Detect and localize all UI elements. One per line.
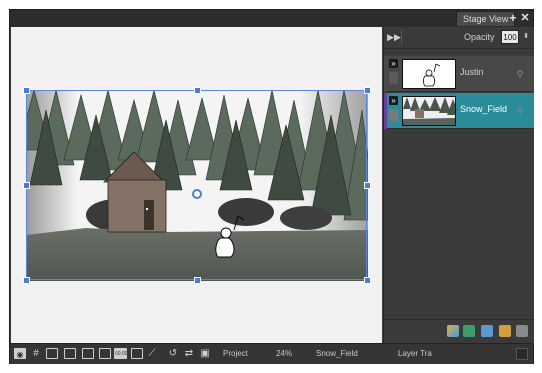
stage-viewport[interactable] — [11, 27, 382, 343]
grid-icon[interactable]: # — [30, 348, 42, 359]
link-icon[interactable]: ⚲ — [515, 104, 525, 118]
pivot-point[interactable] — [192, 189, 202, 199]
camera-icon[interactable]: ◉ — [14, 348, 26, 359]
close-icon[interactable]: ✕ — [519, 11, 531, 26]
brush-icon[interactable]: ⟋ — [146, 348, 158, 359]
link-icon[interactable]: ⚲ — [515, 67, 525, 81]
transform-handle-tr[interactable] — [364, 87, 371, 94]
onion-skin-icon[interactable] — [99, 348, 111, 359]
safe-area-icon[interactable] — [46, 348, 58, 359]
layer-row-justin[interactable]: » Justin ⚲ — [384, 56, 534, 92]
layer-thumbnail — [402, 59, 456, 89]
eye-icon[interactable]: » — [389, 96, 398, 105]
layer-row-snow-field[interactable]: » Snow_Field ⚲ — [384, 93, 534, 129]
layers-panel-footer — [384, 319, 534, 344]
layer-thumbnail — [402, 96, 456, 126]
folder-layer-icon[interactable] — [499, 325, 511, 337]
layer-name[interactable]: Snow_Field — [460, 104, 507, 114]
eye-icon[interactable]: » — [389, 59, 398, 68]
image-layer-icon[interactable] — [463, 325, 475, 337]
stage-bottom-toolbar: ◉ # 00:00 ⟋ ↺ ⇄ ▣ Project 24% Snow_Field… — [10, 343, 533, 364]
app-window: Stage View + ✕ ▶▶ Opacity 100 ⬍ » Justin… — [9, 9, 534, 364]
layer-name[interactable]: Justin — [460, 67, 484, 77]
top-tab-strip: Stage View + ✕ — [10, 10, 533, 27]
opacity-stepper-icon[interactable]: ⬍ — [522, 30, 530, 44]
fast-forward-icon[interactable]: ▶▶ — [387, 29, 402, 45]
transform-handle-mr[interactable] — [364, 182, 371, 189]
preview-icon[interactable] — [131, 348, 143, 359]
current-drawing-label: Snow_Field — [316, 349, 358, 358]
layer-color-marker — [384, 93, 387, 129]
lock-icon[interactable] — [389, 72, 398, 84]
transform-handle-ml[interactable] — [23, 182, 30, 189]
transform-handle-tm[interactable] — [194, 87, 201, 94]
field-guide-icon[interactable] — [64, 348, 76, 359]
add-view-icon[interactable]: + — [507, 11, 519, 26]
opacity-label: Opacity — [464, 32, 495, 42]
transform-handle-br[interactable] — [364, 277, 371, 284]
layers-toolbar: ▶▶ Opacity 100 ⬍ — [384, 27, 534, 49]
reset-rotation-icon[interactable]: ↺ — [167, 348, 179, 359]
timecode-icon[interactable]: 00:00 — [114, 348, 128, 359]
selection-bounding-box[interactable] — [26, 90, 367, 280]
project-dropdown[interactable]: Project — [223, 348, 248, 360]
lock-icon[interactable] — [389, 109, 398, 121]
zoom-dropdown[interactable]: 24% — [276, 348, 292, 360]
transform-handle-bm[interactable] — [194, 277, 201, 284]
add-layer-icon[interactable] — [447, 325, 459, 337]
layers-panel: ▶▶ Opacity 100 ⬍ » Justin ⚲ » Snow_Field… — [383, 27, 534, 344]
opacity-input[interactable]: 100 — [501, 30, 519, 44]
transform-handle-bl[interactable] — [23, 277, 30, 284]
trash-icon[interactable] — [516, 325, 528, 337]
frame-icon[interactable] — [82, 348, 94, 359]
flip-icon[interactable]: ⇄ — [183, 348, 195, 359]
transform-handle-tl[interactable] — [23, 87, 30, 94]
duplicate-layer-icon[interactable] — [481, 325, 493, 337]
lightbox-icon[interactable]: ▣ — [199, 348, 211, 359]
resize-grip-icon[interactable] — [516, 348, 528, 360]
layer-transparency-label: Layer Tra — [398, 349, 432, 358]
layer-color-marker — [384, 56, 387, 92]
